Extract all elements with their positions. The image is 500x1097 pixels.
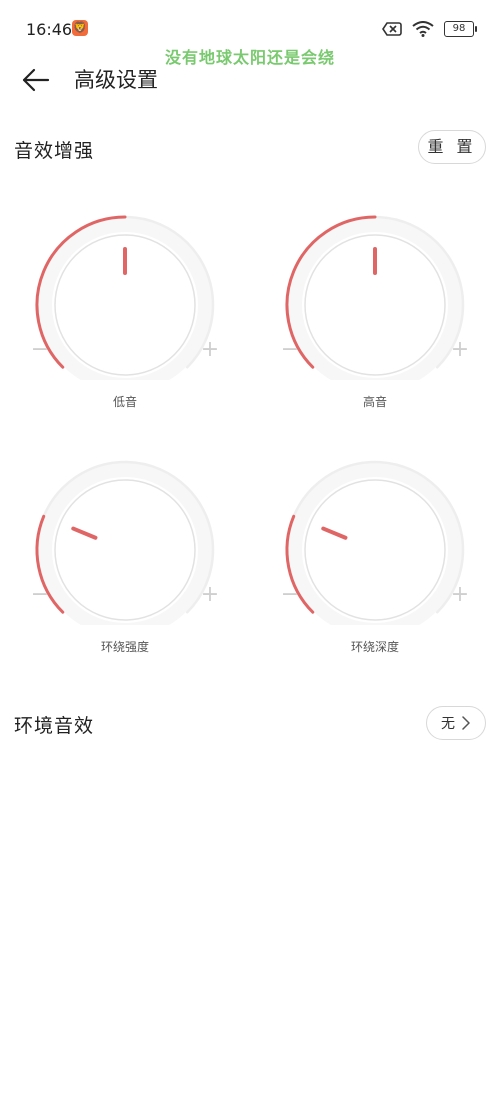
minus-icon[interactable]: −	[281, 582, 299, 607]
plus-icon[interactable]: +	[451, 582, 469, 607]
knob-label-treble: 高音	[362, 395, 387, 409]
minus-icon[interactable]: −	[31, 337, 49, 362]
page-title: 高级设置	[74, 68, 158, 92]
knob-surround-depth[interactable]: − +	[280, 455, 470, 625]
battery-level: 98	[452, 23, 466, 34]
back-arrow-icon[interactable]	[20, 64, 52, 96]
knob-face[interactable]	[304, 479, 446, 621]
knob-label-surround-strength: 环绕强度	[100, 640, 149, 654]
knob-label-surround-depth: 环绕深度	[350, 640, 399, 654]
minus-icon[interactable]: −	[31, 582, 49, 607]
knob-face[interactable]	[54, 479, 196, 621]
knob-treble[interactable]: − +	[280, 210, 470, 380]
knob-dial[interactable]: − +	[280, 455, 470, 625]
knob-dial[interactable]: − +	[30, 455, 220, 625]
section-title-sound-enhance: 音效增强	[14, 140, 95, 162]
ambient-selector[interactable]: 无	[426, 706, 486, 740]
minus-icon[interactable]: −	[281, 337, 299, 362]
knob-surround-strength[interactable]: − +	[30, 455, 220, 625]
plus-icon[interactable]: +	[451, 337, 469, 362]
knob-bass[interactable]: − +	[30, 210, 220, 380]
battery-icon: 98	[444, 21, 477, 37]
status-time: 16:46	[26, 20, 73, 39]
ambient-selector-value: 无	[441, 716, 455, 732]
knob-label-bass: 低音	[112, 395, 137, 409]
chevron-right-icon	[462, 716, 470, 730]
plus-icon[interactable]: +	[201, 337, 219, 362]
knob-dial[interactable]: − +	[280, 210, 470, 380]
reset-button[interactable]: 重 置	[418, 130, 486, 164]
sim-error-icon	[382, 22, 402, 36]
app-notification-icon: 🦁	[72, 20, 88, 36]
wifi-icon	[412, 21, 434, 37]
knob-dial[interactable]: − +	[30, 210, 220, 380]
section-title-ambient: 环境音效	[14, 715, 95, 737]
plus-icon[interactable]: +	[201, 582, 219, 607]
